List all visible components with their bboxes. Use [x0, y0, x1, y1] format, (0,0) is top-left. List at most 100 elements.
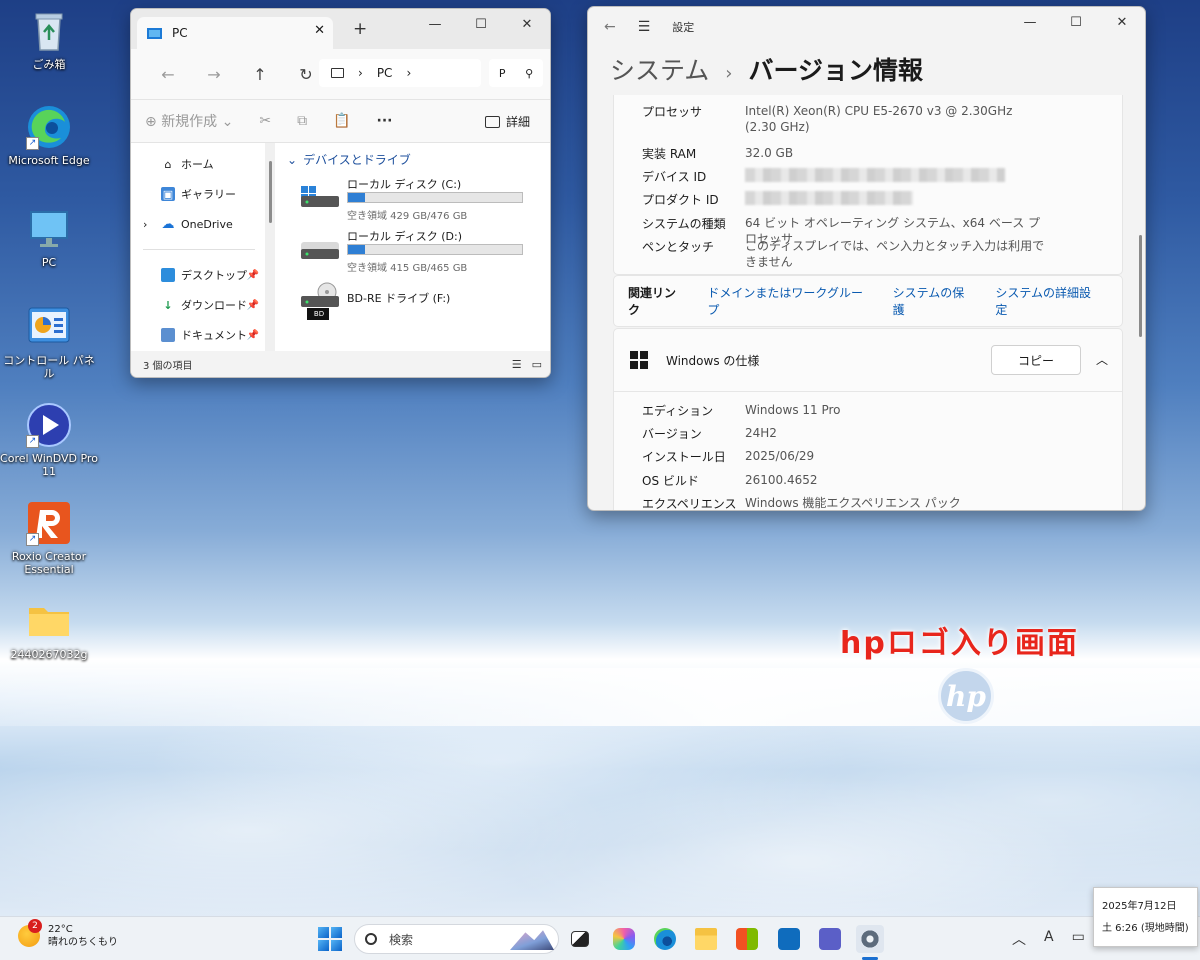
sidebar-item-desktop[interactable]: デスクトップ 📌 [139, 260, 263, 290]
edge-taskbar-button[interactable] [651, 925, 679, 953]
drive-c[interactable]: ローカル ディスク (C:) 空き領域 429 GB/476 GB [287, 176, 549, 228]
taskbar-search[interactable]: 検索 [354, 924, 559, 954]
roxio-icon: ↗ [26, 500, 72, 546]
network-icon[interactable]: ▭ [1072, 929, 1085, 949]
up-arrow-icon[interactable]: ↑ [237, 65, 283, 84]
paste-icon[interactable]: 📋 [333, 113, 350, 129]
chevron-up-icon[interactable]: ︿ [1012, 929, 1026, 949]
close-window-button[interactable]: ✕ [1099, 7, 1145, 37]
weather-description: 晴れのちくもり [48, 937, 118, 948]
spec-value: 2025/06/29 [745, 449, 815, 463]
status-bar: 3 個の項目 ☰ ▭ [131, 351, 550, 377]
maximize-button[interactable]: ☐ [458, 9, 504, 39]
explorer-navigation-bar: ← → ↑ ↻ › PC › P ⚲ [131, 49, 550, 99]
link-system-protection[interactable]: システムの保護 [893, 284, 976, 318]
desktop-icon-label: 2440267032g [10, 648, 88, 661]
details-view-icon[interactable]: ☰ [512, 358, 522, 371]
link-advanced-system-settings[interactable]: システムの詳細設定 [995, 284, 1102, 318]
group-header-devices[interactable]: ⌄ デバイスとドライブ [287, 151, 549, 168]
desktop-icon-pc[interactable]: PC [0, 206, 98, 269]
file-explorer-window[interactable]: PC ✕ + — ☐ ✕ ← → ↑ ↻ › PC › P ⚲ ⊕ 新規作成 ⌄… [130, 8, 551, 378]
copy-icon[interactable]: ⧉ [297, 113, 307, 129]
file-explorer-taskbar-button[interactable] [692, 925, 720, 953]
weather-widget[interactable]: 2 22°C 晴れのちくもり [18, 919, 118, 949]
drive-free-space: 空き領域 429 GB/476 GB [347, 211, 468, 222]
system-tray: ︿ A ▭ [1012, 929, 1085, 949]
ime-indicator[interactable]: A [1044, 929, 1054, 949]
settings-taskbar-button[interactable] [856, 925, 884, 953]
spec-value: 32.0 GB [745, 146, 794, 160]
minimize-button[interactable]: — [412, 9, 458, 39]
desktop-icon-edge[interactable]: ↗ Microsoft Edge [0, 104, 98, 167]
scrollbar-thumb[interactable] [269, 161, 272, 223]
hamburger-menu-icon[interactable]: ☰ [638, 19, 651, 35]
back-arrow-icon[interactable]: ← [145, 65, 191, 84]
sidebar-item-onedrive[interactable]: › ☁ OneDrive [139, 209, 263, 239]
teams-taskbar-button[interactable] [816, 925, 844, 953]
pin-icon[interactable]: 📌 [247, 330, 259, 341]
windows-spec-header[interactable]: Windows の仕様 コピー ︿ [614, 329, 1122, 391]
drive-usage-fill [348, 193, 366, 202]
desktop-icon-windvd[interactable]: ↗ Corel WinDVD Pro 11 [0, 402, 98, 478]
drive-f[interactable]: BD-RE ドライブ (F:) BD [287, 280, 549, 332]
sidebar-item-home[interactable]: ⌂ ホーム [139, 149, 263, 179]
search-hint: P [498, 66, 506, 80]
forward-arrow-icon[interactable]: → [191, 65, 237, 84]
drive-d[interactable]: ローカル ディスク (D:) 空き領域 415 GB/465 GB [287, 228, 549, 280]
group-title: デバイスとドライブ [303, 153, 411, 167]
control-panel-icon [26, 304, 72, 350]
desktop-icon-folder[interactable]: 2440267032g [0, 598, 98, 661]
new-item-button[interactable]: ⊕ 新規作成 ⌄ [145, 111, 233, 131]
navigation-scrollbar[interactable] [265, 143, 275, 353]
search-box[interactable]: P ⚲ [489, 59, 543, 87]
spec-value-blurred [745, 168, 1045, 186]
chevron-up-icon[interactable]: ︿ [1096, 351, 1108, 368]
details-pane-button[interactable]: 詳細 [484, 113, 530, 130]
back-arrow-icon[interactable]: ← [604, 19, 616, 35]
sidebar-item-documents[interactable]: ドキュメント 📌 [139, 320, 263, 350]
desktop-icon-control-panel[interactable]: コントロール パネル [0, 304, 98, 380]
link-domain-workgroup[interactable]: ドメインまたはワークグループ [707, 284, 872, 318]
settings-scrollbar-thumb[interactable] [1139, 235, 1142, 337]
cut-icon[interactable]: ✂ [259, 113, 271, 129]
store-taskbar-button[interactable] [733, 925, 761, 953]
desktop-icon-recycle-bin[interactable]: ごみ箱 [0, 8, 98, 71]
outlook-taskbar-button[interactable] [775, 925, 803, 953]
sidebar-item-label: OneDrive [181, 217, 233, 231]
drive-name: ローカル ディスク (D:) [347, 230, 462, 243]
close-tab-icon[interactable]: ✕ [314, 23, 325, 38]
close-window-button[interactable]: ✕ [504, 9, 550, 39]
breadcrumb-parent[interactable]: システム [610, 56, 709, 85]
desktop-icon-label: PC [41, 256, 57, 269]
pin-icon[interactable]: 📌 [247, 300, 259, 311]
minimize-button[interactable]: — [1007, 7, 1053, 37]
taskbar: 2 22°C 晴れのちくもり 検索 ︿ A ▭ [0, 916, 1200, 960]
copilot-button[interactable] [610, 925, 638, 953]
chevron-right-icon[interactable]: › [143, 218, 147, 231]
copy-button[interactable]: コピー [991, 345, 1081, 375]
desktop-icon-label: ごみ箱 [32, 58, 66, 71]
more-options-icon[interactable]: ··· [377, 113, 393, 129]
windvd-icon: ↗ [26, 402, 72, 448]
home-icon: ⌂ [164, 157, 172, 171]
desktop-icon-roxio[interactable]: ↗ Roxio Creator Essential [0, 500, 98, 576]
settings-window[interactable]: ← ☰ 設定 — ☐ ✕ システム › バージョン情報 プロセッサ Intel(R)… [587, 6, 1146, 511]
chevron-right-icon: › [406, 66, 412, 80]
sidebar-item-gallery[interactable]: ▣ ギャラリー [139, 179, 263, 209]
task-view-button[interactable] [566, 925, 594, 953]
settings-titlebar: ← ☰ 設定 — ☐ ✕ [588, 7, 1145, 47]
shortcut-arrow-icon: ↗ [26, 137, 39, 150]
sidebar-divider [143, 249, 255, 250]
start-button[interactable] [318, 927, 342, 951]
hp-logo: hp [938, 668, 994, 724]
spec-row-product-id: プロダクト ID [642, 191, 1045, 209]
address-bar[interactable]: › PC › [319, 59, 481, 87]
tiles-view-icon[interactable]: ▭ [532, 358, 542, 371]
sidebar-item-downloads[interactable]: ↓ ダウンロード 📌 [139, 290, 263, 320]
spec-label: 実装 RAM [642, 147, 697, 161]
address-segment-pc[interactable]: PC [377, 66, 393, 80]
maximize-button[interactable]: ☐ [1053, 7, 1099, 37]
explorer-tab-pc[interactable]: PC ✕ [137, 17, 333, 49]
pin-icon[interactable]: 📌 [247, 270, 259, 281]
new-tab-button[interactable]: + [353, 19, 367, 39]
